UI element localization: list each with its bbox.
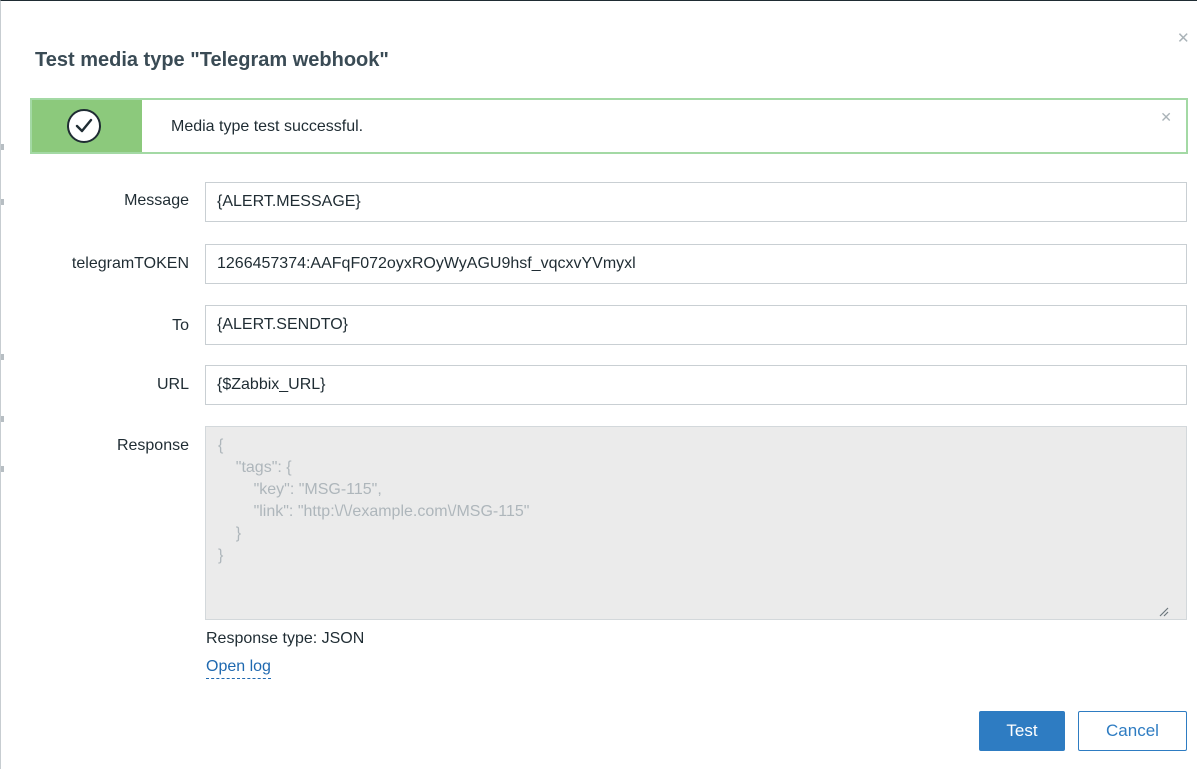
telegram-token-label: telegramTOKEN bbox=[71, 255, 189, 272]
resize-grip-icon[interactable] bbox=[1157, 605, 1169, 617]
response-textarea[interactable]: { "tags": { "key": "MSG-115", "link": "h… bbox=[205, 426, 1187, 620]
open-log-link[interactable]: Open log bbox=[206, 656, 271, 679]
check-circle-icon bbox=[67, 109, 101, 143]
test-button[interactable]: Test bbox=[979, 711, 1065, 751]
url-label: URL bbox=[156, 376, 189, 393]
to-field[interactable] bbox=[205, 305, 1187, 345]
response-type-text: Response type: JSON bbox=[206, 630, 365, 647]
success-icon-area bbox=[32, 100, 142, 152]
dialog-title: Test media type "Telegram webhook" bbox=[35, 49, 389, 71]
response-label: Response bbox=[116, 437, 189, 454]
message-close-icon[interactable]: ✕ bbox=[1160, 109, 1172, 126]
dialog-close-icon[interactable]: ✕ bbox=[1177, 31, 1190, 46]
url-field[interactable] bbox=[205, 365, 1187, 405]
to-label: To bbox=[172, 317, 189, 334]
success-message-text: Media type test successful. bbox=[171, 118, 364, 135]
background-edge bbox=[1, 1, 4, 769]
test-media-type-dialog: ✕ Test media type "Telegram webhook" Med… bbox=[0, 0, 1197, 769]
cancel-button[interactable]: Cancel bbox=[1078, 711, 1187, 751]
message-label: Message bbox=[124, 192, 189, 209]
success-message-box: Media type test successful. ✕ bbox=[30, 98, 1188, 154]
message-field[interactable] bbox=[205, 182, 1187, 222]
telegram-token-field[interactable] bbox=[205, 244, 1187, 284]
